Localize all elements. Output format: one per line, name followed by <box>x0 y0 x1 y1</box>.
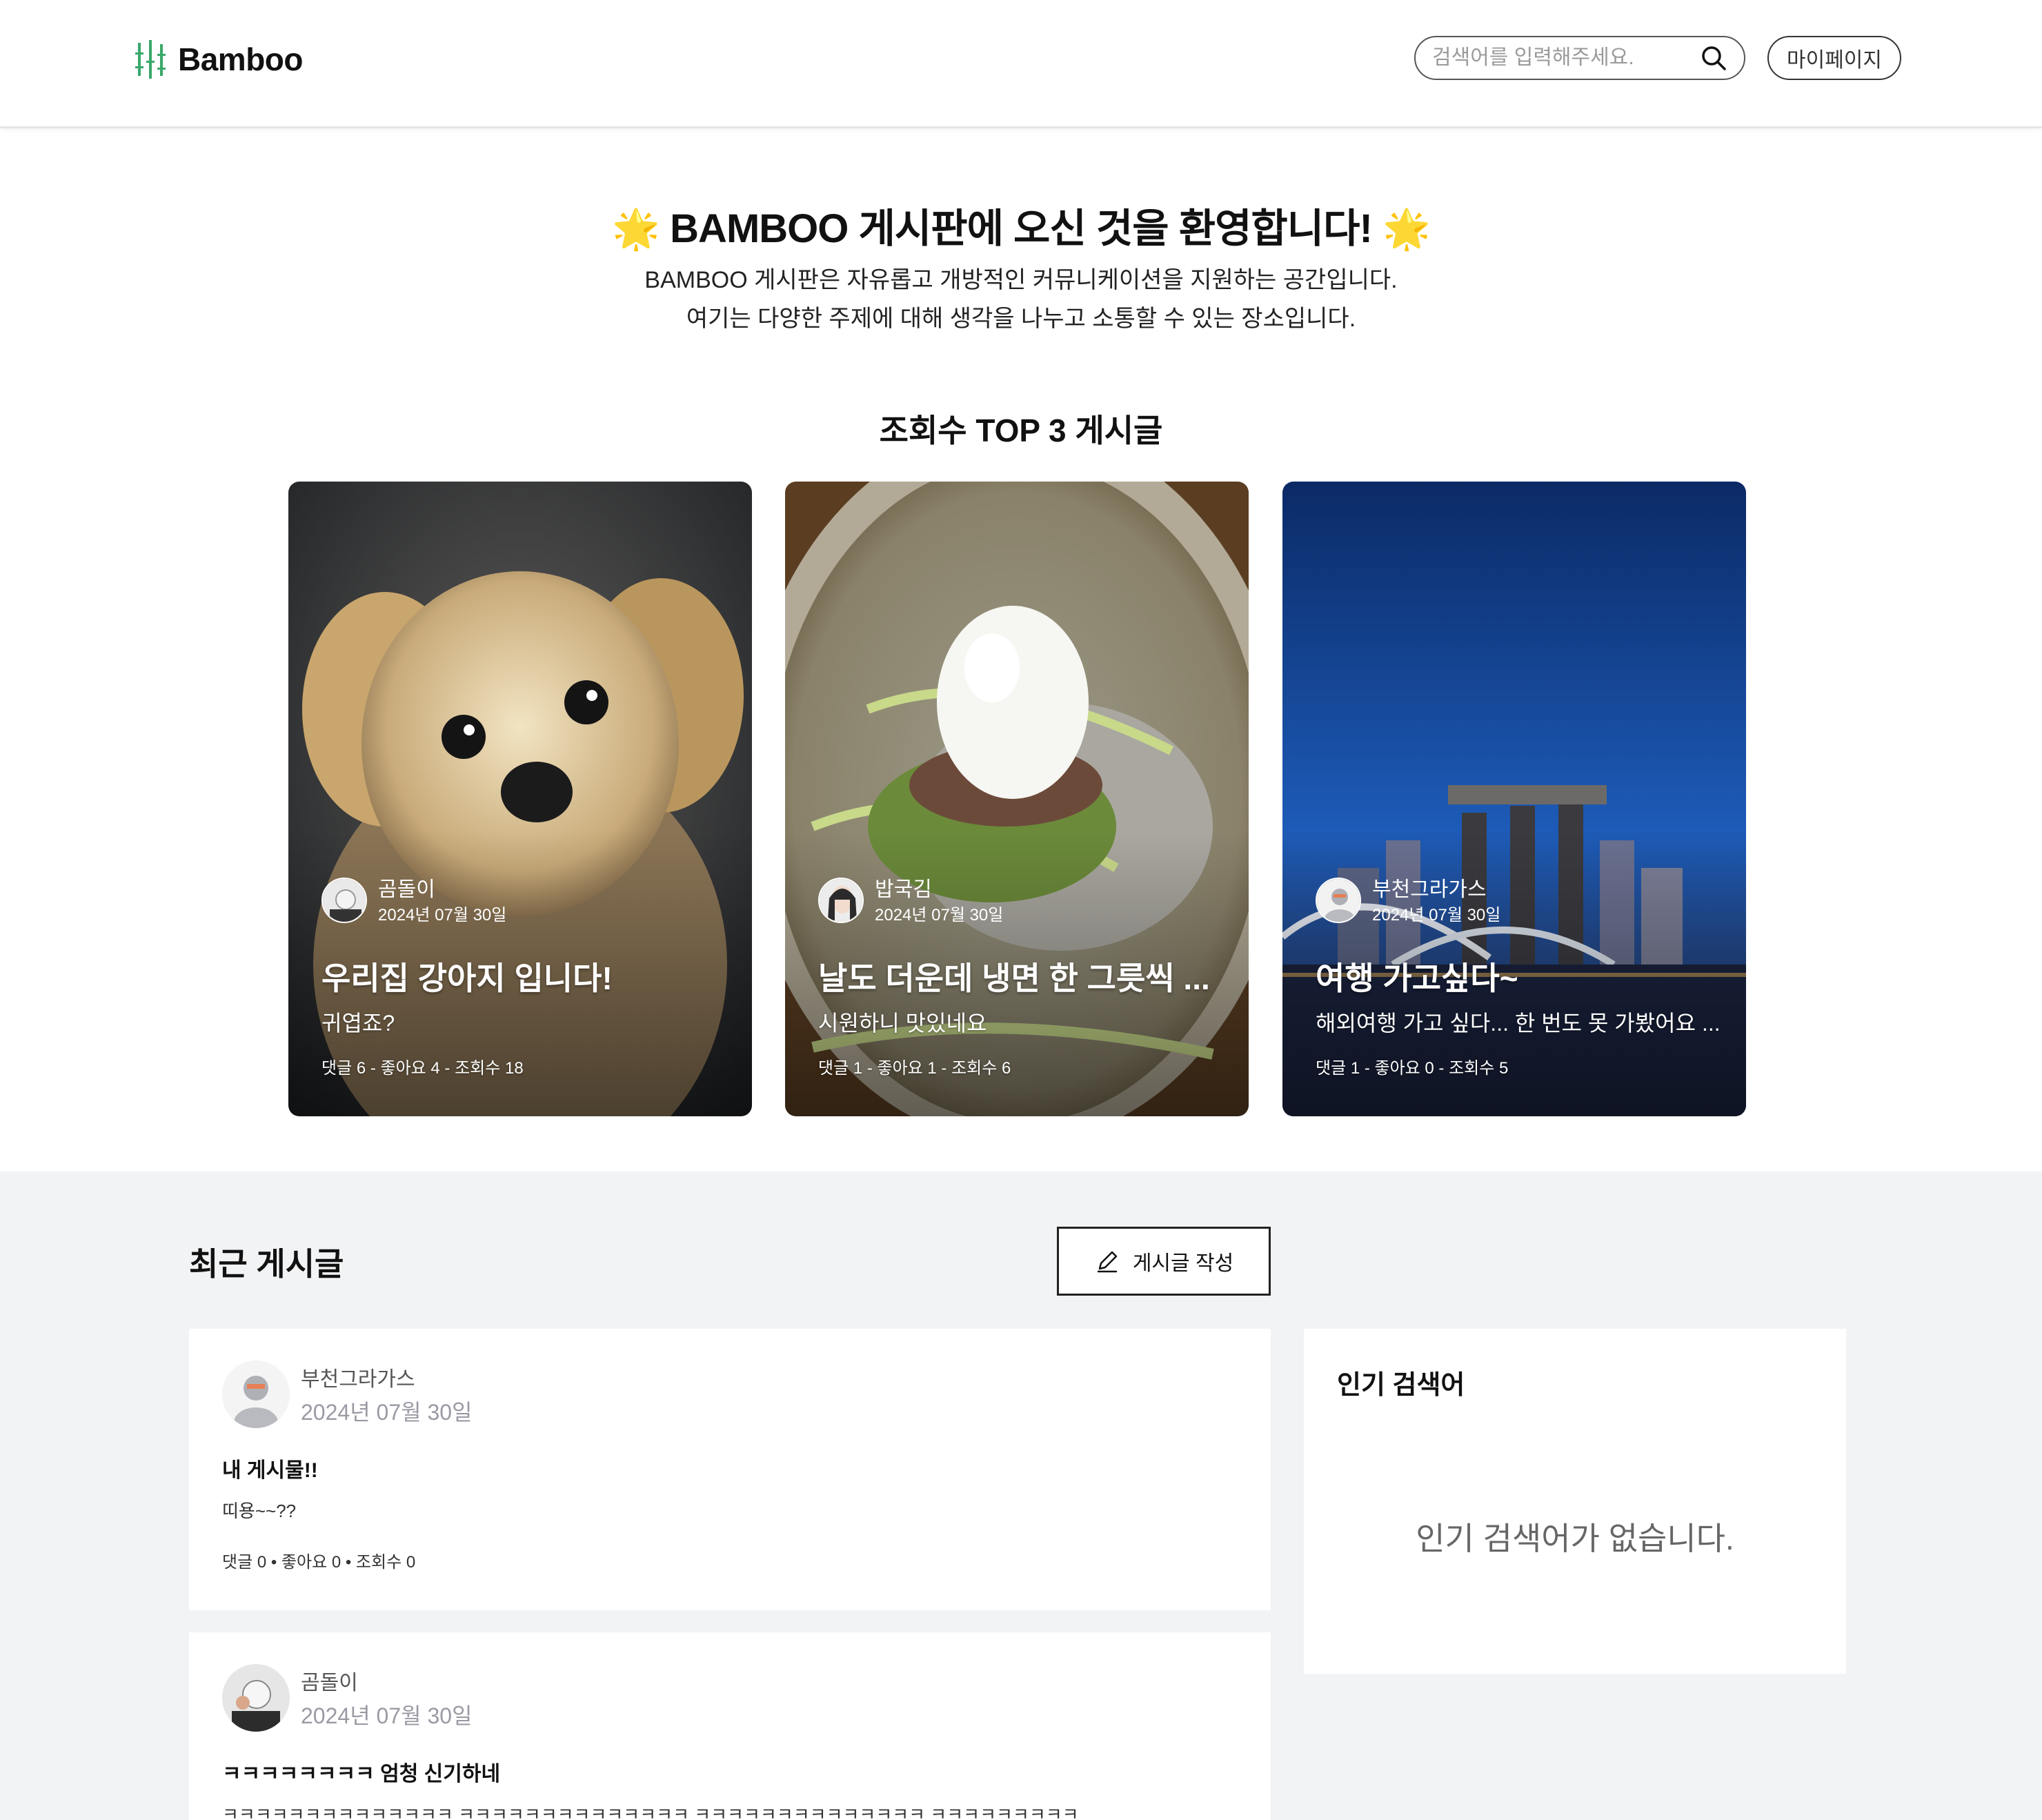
card-stats: 댓글 1 - 좋아요 1 - 조회수 6 <box>818 1059 1011 1078</box>
popular-searches-panel: 인기 검색어 인기 검색어가 없습니다. <box>1304 1329 1846 1674</box>
post-body: 띠용~~?? <box>222 1501 297 1521</box>
card-body: 귀엽죠? <box>321 1011 395 1036</box>
hero-description: BAMBOO 게시판은 자유롭고 개방적인 커뮤니케이션을 지원하는 공간입니다… <box>0 261 2042 338</box>
post-date: 2024년 07월 30일 <box>301 1400 473 1425</box>
card-title[interactable]: 여행 가고싶다~ <box>1316 953 1723 999</box>
avatar <box>222 1361 290 1428</box>
post-item[interactable]: 부천그라가스 2024년 07월 30일 내 게시물!! 띠용~~?? 댓글 0… <box>189 1329 1271 1610</box>
post-author: 곰돌이 <box>301 1672 358 1694</box>
recent-title: 최근 게시글 <box>189 1246 344 1282</box>
card-author-row: 밥국김 2024년 07월 30일 <box>818 878 1003 927</box>
card-author: 밥국김 <box>875 878 932 901</box>
top3-card[interactable]: 부천그라가스 2024년 07월 30일 여행 가고싶다~ 해외여행 가고 싶다… <box>1282 482 1746 1116</box>
avatar <box>321 878 367 923</box>
post-title[interactable]: 내 게시물!! <box>222 1453 318 1483</box>
star-icon: 🌟 <box>1382 207 1431 250</box>
post-body: ㅋㅋㅋㅋㅋㅋㅋㅋㅋㅋㅋㅋㅋㅋ ㅋㅋㅋㅋㅋㅋㅋㅋㅋㅋㅋㅋㅋㅋ ㅋㅋㅋㅋㅋㅋㅋㅋㅋㅋ… <box>222 1804 1079 1820</box>
write-post-button[interactable]: 게시글 작성 <box>1057 1227 1271 1296</box>
post-item[interactable]: 곰돌이 2024년 07월 30일 ㅋㅋㅋㅋㅋㅋㅋㅋ 엄청 신기하네 ㅋㅋㅋㅋㅋ… <box>189 1632 1271 1820</box>
post-title[interactable]: ㅋㅋㅋㅋㅋㅋㅋㅋ 엄청 신기하네 <box>222 1757 500 1787</box>
card-title[interactable]: 우리집 강아지 입니다! <box>321 953 728 999</box>
top3-title: 조회수 TOP 3 게시글 <box>879 413 1163 448</box>
card-author-row: 부천그라가스 2024년 07월 30일 <box>1316 878 1500 927</box>
card-stats: 댓글 6 - 좋아요 4 - 조회수 18 <box>321 1059 524 1078</box>
card-date: 2024년 07월 30일 <box>875 906 1004 924</box>
avatar <box>1316 878 1361 923</box>
popular-empty-message: 인기 검색어가 없습니다. <box>1416 1521 1734 1556</box>
card-date: 2024년 07월 30일 <box>378 906 507 924</box>
post-author: 부천그라가스 <box>301 1368 415 1391</box>
mypage-button[interactable]: 마이페이지 <box>1767 36 1901 80</box>
pencil-icon <box>1097 1251 1118 1273</box>
card-date: 2024년 07월 30일 <box>1372 906 1501 924</box>
hero-desc-line: BAMBOO 게시판은 자유롭고 개방적인 커뮤니케이션을 지원하는 공간입니다… <box>644 267 1398 293</box>
hero-title-text: BAMBOO 게시판에 오신 것을 환영합니다! <box>670 206 1373 251</box>
header: Bamboo 마이페이지 <box>0 0 2042 128</box>
card-stats: 댓글 1 - 좋아요 0 - 조회수 5 <box>1316 1059 1509 1078</box>
top3-card[interactable]: 곰돌이 2024년 07월 30일 우리집 강아지 입니다! 귀엽죠? 댓글 6… <box>288 482 752 1116</box>
card-author: 곰돌이 <box>378 878 435 901</box>
search-icon[interactable] <box>1700 44 1727 72</box>
card-title[interactable]: 날도 더운데 냉면 한 그릇씩 ... <box>818 953 1225 999</box>
card-author: 부천그라가스 <box>1372 878 1487 901</box>
logo-text: Bamboo <box>178 41 304 77</box>
top3-card[interactable]: 밥국김 2024년 07월 30일 날도 더운데 냉면 한 그릇씩 ... 시원… <box>785 482 1249 1116</box>
card-body: 해외여행 가고 싶다... 한 번도 못 가봤어요 ... <box>1316 1011 1721 1036</box>
card-author-row: 곰돌이 2024년 07월 30일 <box>321 878 506 927</box>
hero-title: 🌟 BAMBOO 게시판에 오신 것을 환영합니다! 🌟 <box>0 196 2042 254</box>
popular-title: 인기 검색어 <box>1337 1371 1465 1400</box>
avatar <box>818 878 864 923</box>
search-box[interactable] <box>1414 36 1745 80</box>
post-stats: 댓글 0 • 좋아요 0 • 조회수 0 <box>222 1553 416 1572</box>
logo[interactable]: Bamboo <box>135 39 304 80</box>
post-date: 2024년 07월 30일 <box>301 1703 473 1728</box>
star-icon: 🌟 <box>612 207 660 250</box>
search-input[interactable] <box>1432 46 1700 70</box>
card-body: 시원하니 맛있네요 <box>818 1011 987 1036</box>
hero-desc-line: 여기는 다양한 주제에 대해 생각을 나누고 소통할 수 있는 장소입니다. <box>686 306 1356 332</box>
write-post-label: 게시글 작성 <box>1132 1252 1234 1275</box>
avatar <box>222 1664 290 1732</box>
bamboo-logo-icon <box>135 40 166 79</box>
